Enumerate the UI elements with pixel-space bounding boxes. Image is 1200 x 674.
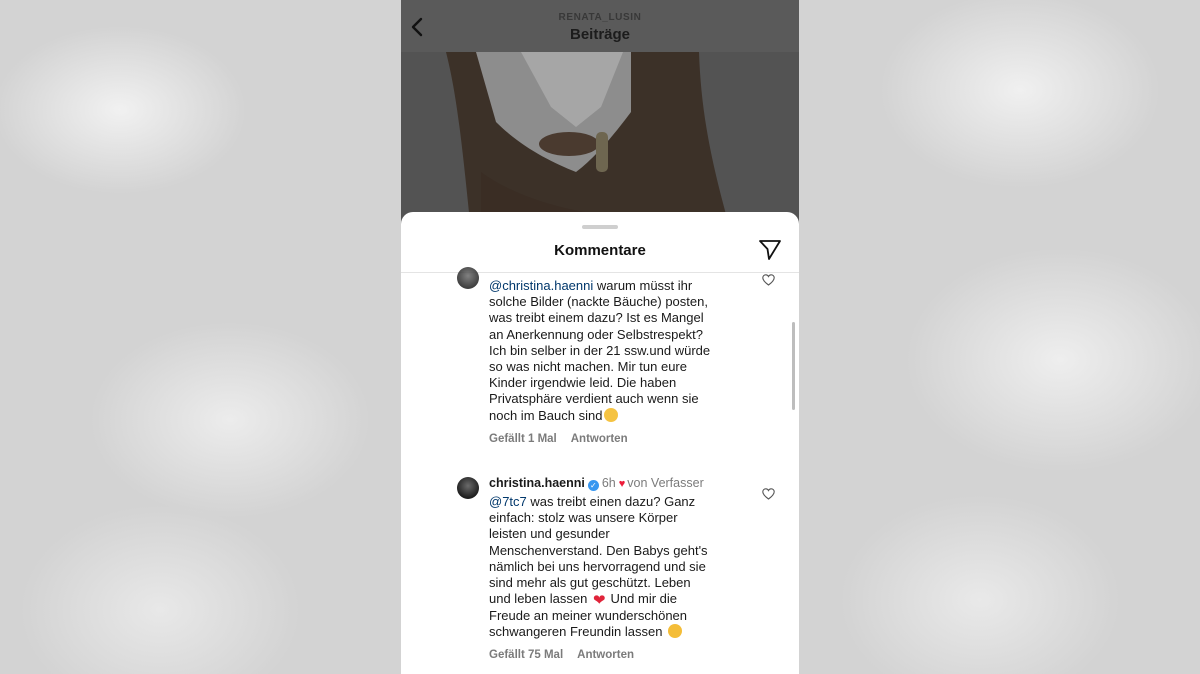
comment-header: christina.haenni ✓ 6h ♥ von Verfasser [489, 476, 704, 491]
comments-title: Kommentare [554, 242, 646, 259]
like-count[interactable]: Gefällt 75 Mal [489, 649, 563, 661]
comment-line: noch im Bauch sind [489, 407, 603, 423]
author-tag: von Verfasser [627, 476, 704, 490]
comment-line: Ich bin selber in der 21 ssw.und würde [489, 342, 711, 358]
comment-meta: Gefällt 1 Mal Antworten [489, 433, 628, 445]
kissing-face-emoji-icon [668, 624, 683, 639]
comment-line: Kinder irgendwie leid. Die haben [489, 375, 677, 391]
comment-line: und leben lassen [489, 591, 588, 607]
heart-filled-icon: ♥ [618, 478, 626, 490]
comment-line: leisten und gesunder [489, 526, 610, 542]
phone-screen: RENATA_LUSIN Beiträge Kommentare @christ… [401, 0, 799, 674]
comment-line: einfach: stolz was unsere Körper [489, 510, 678, 526]
comment-line: solche Bilder (nackte Bäuche) posten, [489, 294, 708, 310]
reply-button[interactable]: Antworten [577, 649, 634, 661]
comment-line: schwangeren Freundin lassen [489, 624, 663, 640]
like-count[interactable]: Gefällt 1 Mal [489, 433, 557, 445]
comment-meta: Gefällt 75 Mal Antworten [489, 649, 634, 661]
verified-badge-icon: ✓ [587, 480, 599, 491]
comment-line: so was nicht machen. Mir tun eure [489, 359, 687, 375]
comment-mention[interactable]: @7tc7 [489, 494, 527, 509]
comment-line: an Anerkennung oder Selbstrespekt? [489, 326, 703, 342]
comment-line: Und mir die [606, 591, 678, 607]
comment-line: sind mehr als gut geschützt. Leben [489, 575, 691, 591]
comment-username[interactable]: christina.haenni [489, 476, 585, 490]
top-navigation-bar: RENATA_LUSIN Beiträge [401, 0, 799, 52]
avatar[interactable] [457, 267, 479, 289]
comment-text: @7tc7 was treibt einen dazu? Ganz einfac… [489, 494, 759, 641]
comment-line: warum müsst ihr [593, 278, 693, 293]
comment-line: was treibt einen dazu? Ganz [526, 494, 696, 509]
scrollbar[interactable] [792, 322, 795, 410]
reply-button[interactable]: Antworten [571, 433, 628, 445]
comment-line: nämlich bei uns hervorragend und sie [489, 558, 706, 574]
comment-line: Freude an meiner wunderschönen [489, 608, 688, 624]
comment-time: 6h [601, 476, 616, 490]
comments-sheet: Kommentare @christina.haenni warum müsst… [401, 212, 799, 674]
avatar[interactable] [457, 477, 479, 499]
comment-line: Menschenverstand. Den Babys geht's [489, 542, 708, 558]
heart-outline-icon[interactable] [762, 274, 775, 286]
post-photo [401, 52, 799, 232]
sheet-drag-handle[interactable] [582, 225, 618, 229]
comment-line: Privatsphäre verdient auch wenn sie [489, 391, 699, 407]
post-image [401, 52, 799, 232]
comment-mention[interactable]: @christina.haenni [489, 278, 593, 293]
red-heart-emoji-icon: ❤ [592, 592, 606, 610]
heart-outline-icon[interactable] [762, 488, 775, 500]
profile-username: RENATA_LUSIN [558, 12, 642, 23]
paper-plane-icon[interactable] [758, 239, 782, 261]
crying-face-emoji-icon [604, 407, 619, 422]
comment-text: @christina.haenni warum müsst ihr solche… [489, 278, 759, 424]
comment-line: was treibt einem dazu? Ist es Mangel [489, 310, 704, 326]
page-title: Beiträge [569, 26, 631, 43]
